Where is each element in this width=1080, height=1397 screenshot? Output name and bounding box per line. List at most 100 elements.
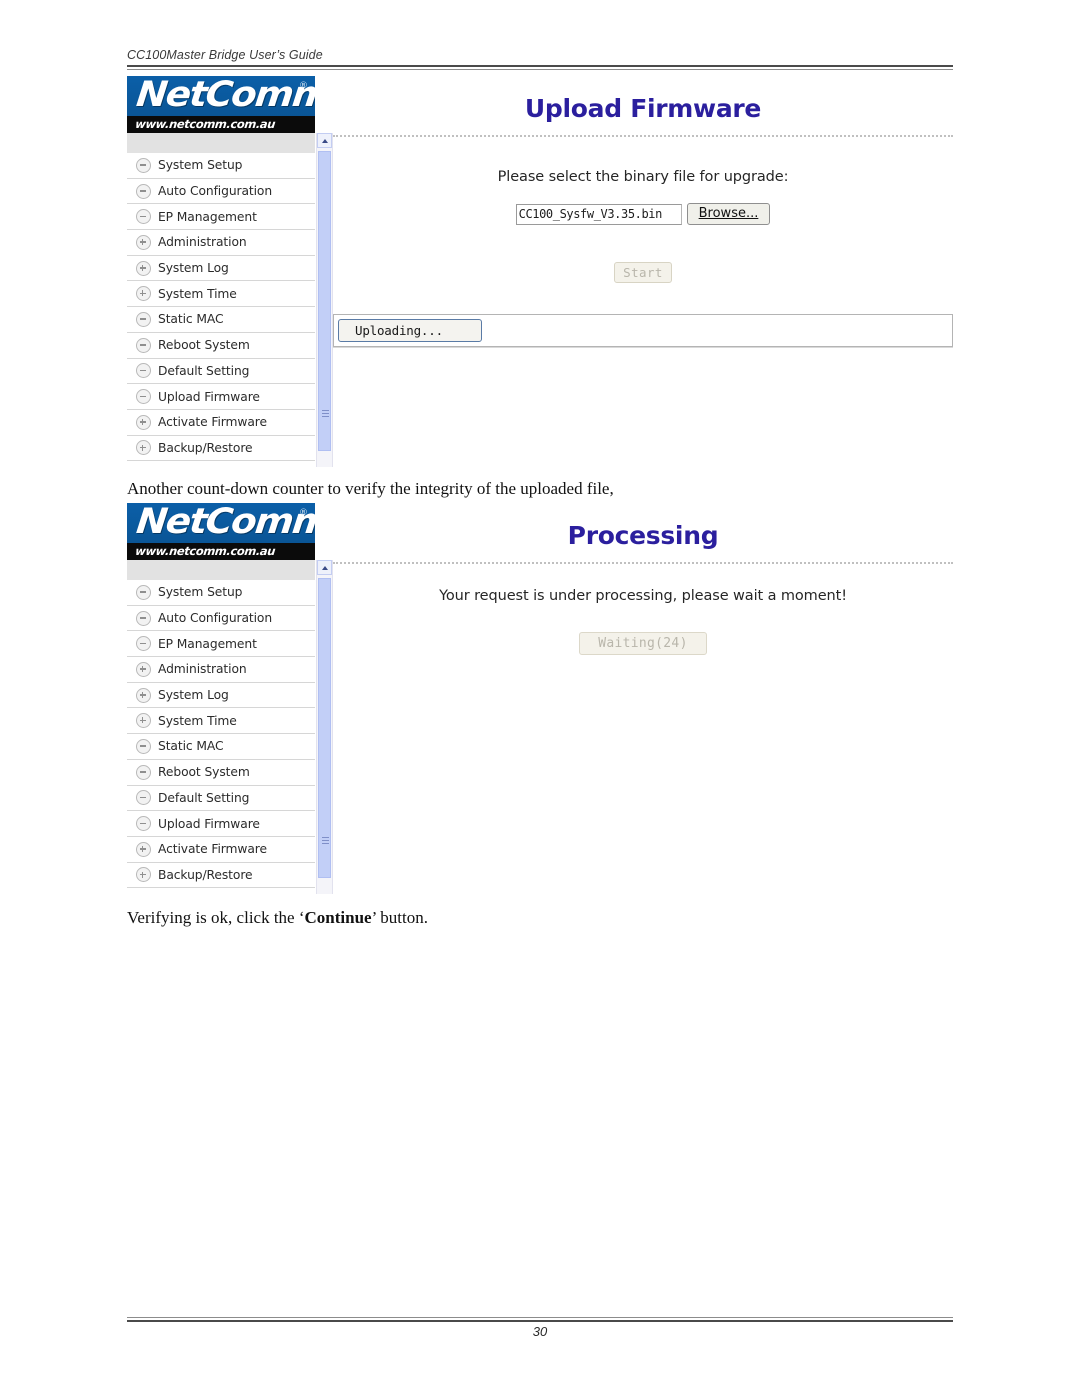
collapse-minus-icon[interactable] bbox=[136, 584, 151, 600]
sidebar-menu-1: System Setup Auto Configuration EP Manag… bbox=[127, 153, 315, 462]
sidebar-item-label: Auto Configuration bbox=[158, 184, 273, 199]
file-select-row: CC100_Sysfw_V3.35.bin Browse... bbox=[333, 203, 953, 225]
sidebar-item-reboot-system[interactable]: Reboot System bbox=[127, 759, 315, 786]
sidebar-item-static-mac[interactable]: Static MAC bbox=[127, 307, 315, 333]
sidebar-top-spacer bbox=[127, 560, 315, 581]
sidebar-item-label: Default Setting bbox=[158, 363, 250, 378]
collapse-minus-icon[interactable] bbox=[136, 337, 151, 353]
collapse-minus-icon[interactable] bbox=[136, 816, 151, 832]
sidebar-item-upload-firmware[interactable]: Upload Firmware bbox=[127, 811, 315, 837]
collapse-minus-icon[interactable] bbox=[136, 363, 151, 379]
collapse-minus-icon[interactable] bbox=[136, 311, 151, 327]
screenshot-processing: NetComm ® www.netcomm.com.au System Setu… bbox=[127, 503, 953, 894]
browse-button[interactable]: Browse... bbox=[686, 203, 771, 225]
sidebar-scrollbar[interactable] bbox=[316, 133, 333, 467]
sidebar-item-default-setting[interactable]: Default Setting bbox=[127, 785, 315, 812]
registered-mark-icon: ® bbox=[299, 81, 308, 91]
sidebar-item-reboot-system[interactable]: Reboot System bbox=[127, 332, 315, 359]
expand-plus-icon[interactable] bbox=[136, 713, 151, 729]
collapse-minus-icon[interactable] bbox=[136, 636, 151, 652]
sidebar-item-system-log[interactable]: System Log bbox=[127, 255, 315, 282]
scroll-up-arrow-icon[interactable] bbox=[317, 560, 332, 575]
sidebar-item-ep-management[interactable]: EP Management bbox=[127, 204, 315, 231]
sidebar-item-label: System Log bbox=[158, 261, 229, 276]
collapse-minus-icon[interactable] bbox=[136, 738, 151, 754]
page-title: Processing bbox=[567, 521, 719, 550]
sidebar-item-administration[interactable]: Administration bbox=[127, 657, 315, 683]
sidebar-item-label: Static MAC bbox=[158, 739, 224, 754]
start-button[interactable]: Start bbox=[614, 262, 672, 283]
sidebar-item-auto-configuration[interactable]: Auto Configuration bbox=[127, 178, 315, 205]
caption-prefix: Verifying is ok, click the ‘ bbox=[127, 908, 305, 927]
logo-url-text: www.netcomm.com.au bbox=[134, 544, 276, 558]
logo-wordmark: NetComm bbox=[134, 503, 315, 542]
expand-plus-icon[interactable] bbox=[136, 841, 151, 857]
collapse-minus-icon[interactable] bbox=[136, 389, 151, 405]
title-divider bbox=[333, 562, 953, 566]
scroll-up-arrow-icon[interactable] bbox=[317, 133, 332, 148]
logo-black-band: www.netcomm.com.au bbox=[127, 543, 315, 560]
sidebar-item-system-log[interactable]: System Log bbox=[127, 682, 315, 709]
collapse-minus-icon[interactable] bbox=[136, 610, 151, 626]
registered-mark-icon: ® bbox=[299, 508, 308, 518]
sidebar-item-activate-firmware[interactable]: Activate Firmware bbox=[127, 836, 315, 863]
waiting-row: Waiting(24) bbox=[333, 632, 953, 655]
sidebar-item-backup-restore[interactable]: Backup/Restore bbox=[127, 435, 315, 462]
scrollbar-thumb[interactable] bbox=[318, 151, 331, 451]
sidebar-item-administration[interactable]: Administration bbox=[127, 230, 315, 256]
sidebar-item-ep-management[interactable]: EP Management bbox=[127, 631, 315, 658]
upload-progress-bar: Uploading... bbox=[333, 314, 953, 347]
upload-progress-label: Uploading... bbox=[338, 319, 482, 342]
waiting-countdown-button[interactable]: Waiting(24) bbox=[579, 632, 707, 655]
screenshot-upload-firmware: NetComm ® www.netcomm.com.au System Setu… bbox=[127, 76, 953, 467]
sidebar-item-static-mac[interactable]: Static MAC bbox=[127, 734, 315, 760]
sidebar-item-system-time[interactable]: System Time bbox=[127, 708, 315, 735]
sidebar-item-auto-configuration[interactable]: Auto Configuration bbox=[127, 605, 315, 632]
sidebar-item-default-setting[interactable]: Default Setting bbox=[127, 358, 315, 385]
sidebar-item-label: System Time bbox=[158, 286, 237, 301]
sidebar-item-upload-firmware[interactable]: Upload Firmware bbox=[127, 384, 315, 410]
expand-plus-icon[interactable] bbox=[136, 687, 151, 703]
expand-plus-icon[interactable] bbox=[136, 867, 151, 883]
title-divider bbox=[333, 135, 953, 139]
document-page: CC100Master Bridge User’s Guide NetComm … bbox=[0, 0, 1080, 1397]
start-row: Start bbox=[333, 262, 953, 283]
sidebar-item-activate-firmware[interactable]: Activate Firmware bbox=[127, 409, 315, 436]
logo-wordmark: NetComm bbox=[134, 76, 315, 115]
expand-plus-icon[interactable] bbox=[136, 440, 151, 456]
sidebar-item-label: Activate Firmware bbox=[158, 415, 267, 430]
logo-blue-band: NetComm ® bbox=[127, 503, 315, 543]
sidebar-item-label: Activate Firmware bbox=[158, 842, 267, 857]
sidebar-item-label: Backup/Restore bbox=[158, 440, 253, 455]
sidebar-item-label: System Setup bbox=[158, 585, 243, 600]
expand-plus-icon[interactable] bbox=[136, 260, 151, 276]
sidebar-item-label: EP Management bbox=[158, 209, 257, 224]
sidebar-item-label: Upload Firmware bbox=[158, 816, 260, 831]
sidebar-item-label: Static MAC bbox=[158, 312, 224, 327]
expand-plus-icon[interactable] bbox=[136, 234, 151, 250]
collapse-minus-icon[interactable] bbox=[136, 764, 151, 780]
sidebar-menu-2: System Setup Auto Configuration EP Manag… bbox=[127, 580, 315, 889]
logo-blue-band: NetComm ® bbox=[127, 76, 315, 116]
collapse-minus-icon[interactable] bbox=[136, 209, 151, 225]
page-number: 30 bbox=[532, 1324, 548, 1339]
expand-plus-icon[interactable] bbox=[136, 286, 151, 302]
sidebar-item-backup-restore[interactable]: Backup/Restore bbox=[127, 862, 315, 889]
sidebar-item-label: Upload Firmware bbox=[158, 389, 260, 404]
expand-plus-icon[interactable] bbox=[136, 661, 151, 677]
sidebar-item-system-time[interactable]: System Time bbox=[127, 281, 315, 308]
sidebar-top-spacer bbox=[127, 133, 315, 154]
collapse-minus-icon[interactable] bbox=[136, 790, 151, 806]
expand-plus-icon[interactable] bbox=[136, 414, 151, 430]
collapse-minus-icon[interactable] bbox=[136, 157, 151, 173]
firmware-file-input[interactable]: CC100_Sysfw_V3.35.bin bbox=[515, 203, 682, 225]
scrollbar-thumb[interactable] bbox=[318, 578, 331, 878]
sidebar-item-label: Reboot System bbox=[158, 765, 250, 780]
sidebar-scrollbar[interactable] bbox=[316, 560, 333, 894]
sidebar-item-system-setup[interactable]: System Setup bbox=[127, 153, 315, 179]
netcomm-logo: NetComm ® www.netcomm.com.au bbox=[127, 76, 315, 133]
collapse-minus-icon[interactable] bbox=[136, 183, 151, 199]
caption-strong: Continue bbox=[304, 908, 372, 927]
sidebar-item-system-setup[interactable]: System Setup bbox=[127, 580, 315, 606]
logo-black-band: www.netcomm.com.au bbox=[127, 116, 315, 133]
